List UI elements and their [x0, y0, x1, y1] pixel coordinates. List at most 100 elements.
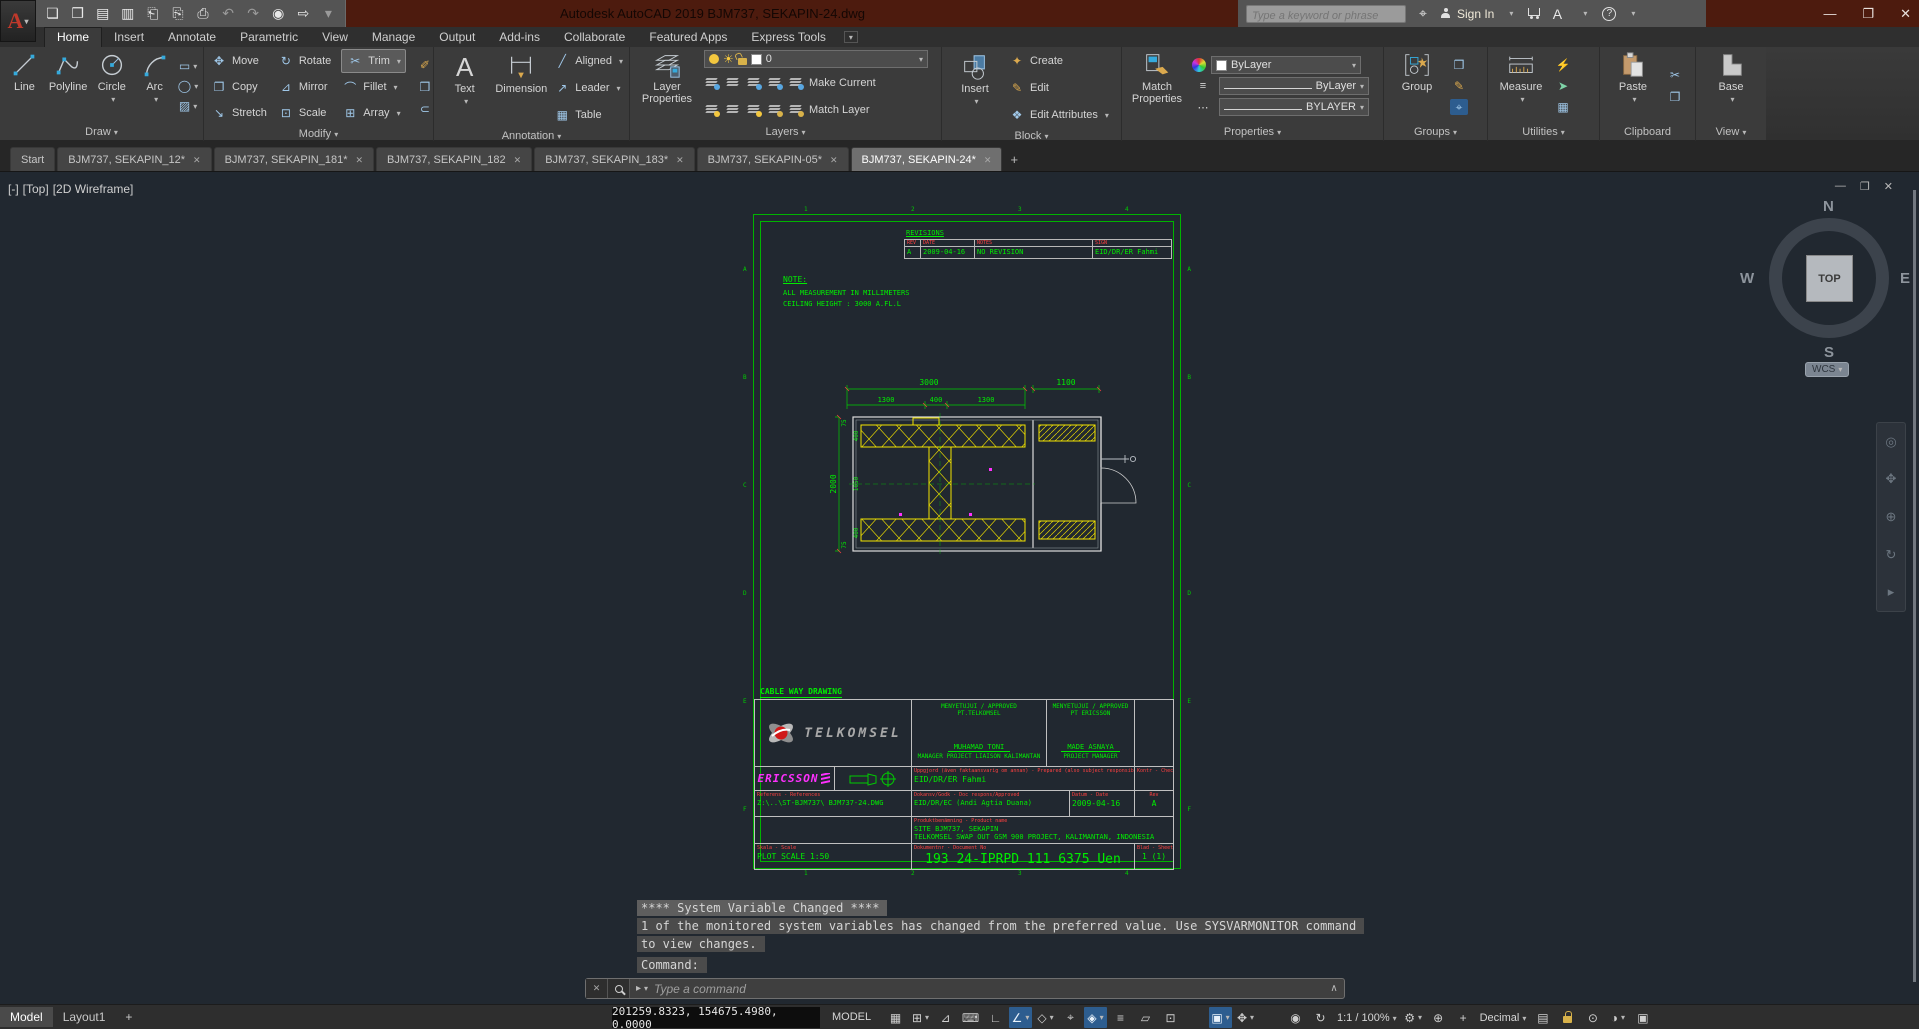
qat-overflow-icon[interactable]: ▾ [318, 3, 339, 25]
layer-off-icon[interactable] [704, 104, 719, 116]
rotate-button[interactable]: ↻Rotate [277, 49, 331, 73]
viewport-minimize-icon[interactable]: — [1835, 180, 1846, 193]
graphics-performance-icon[interactable]: ◑ [1606, 1007, 1629, 1028]
create-block-button[interactable]: ✦Create [1008, 49, 1109, 73]
undo-icon[interactable]: ↶ [218, 3, 239, 25]
command-input[interactable] [654, 982, 1324, 996]
nav-zoom-icon[interactable]: ⊕ [1886, 509, 1897, 525]
grid-icon[interactable]: ▦ [884, 1007, 907, 1028]
units-control[interactable]: Decimal [1477, 1012, 1530, 1024]
make-current-button[interactable]: Make Current [809, 77, 876, 89]
nav-motion-icon[interactable]: ▸ [1888, 584, 1895, 600]
viewport-visual-style-control[interactable]: [2D Wireframe] [53, 182, 134, 196]
layer-dropdown-arrow-icon[interactable] [919, 53, 923, 65]
cut-icon[interactable]: ✂ [1666, 67, 1684, 83]
viewport-menu-control[interactable]: [-] [8, 182, 19, 196]
leader-button[interactable]: ↗Leader [553, 76, 623, 100]
panel-label-clipboard[interactable]: Clipboard [1600, 125, 1695, 141]
lineweight-dropdown[interactable]: ByLayer [1219, 77, 1369, 95]
close-icon[interactable] [984, 154, 992, 166]
copy-clip-icon[interactable]: ❐ [1666, 89, 1684, 105]
crosshair-units-icon[interactable]: + [1452, 1007, 1475, 1028]
layer-freeze-button-icon[interactable] [746, 77, 761, 89]
layer-unlock-icon[interactable] [767, 104, 782, 116]
ribbon-tab-collaborate[interactable]: Collaborate [552, 28, 637, 47]
close-icon[interactable] [830, 154, 838, 166]
save-as-icon[interactable]: ▥ [117, 3, 138, 25]
polyline-button[interactable]: Polyline [49, 50, 88, 122]
selection-filtering-icon[interactable]: ▣ [1209, 1007, 1232, 1028]
close-icon[interactable] [355, 154, 363, 166]
panel-label-draw[interactable]: Draw [0, 125, 203, 141]
layer-isolate-icon[interactable] [704, 77, 719, 89]
ribbon-tab-featured-apps[interactable]: Featured Apps [637, 28, 739, 47]
layer-color-swatch[interactable] [751, 54, 762, 65]
ortho-mode-icon[interactable]: ∟ [984, 1007, 1007, 1028]
select-objects-icon[interactable]: ➤ [1554, 78, 1572, 94]
restore-button[interactable]: ❐ [1862, 6, 1874, 22]
measure-button[interactable]: Measure [1494, 50, 1548, 122]
help-dropdown-icon[interactable] [1622, 3, 1644, 25]
arc-button[interactable]: Arc [136, 50, 173, 122]
copy-button[interactable]: ❐Copy [210, 75, 267, 99]
model-space-indicator[interactable]: MODEL [832, 1005, 871, 1029]
panel-label-properties[interactable]: Properties [1122, 125, 1383, 141]
layer-on-icon[interactable] [709, 54, 719, 64]
circle-button[interactable]: Circle [93, 50, 130, 122]
ribbon-tab-manage[interactable]: Manage [360, 28, 427, 47]
gizmo-icon[interactable]: ✥ [1234, 1007, 1257, 1028]
ribbon-tab-express-tools[interactable]: Express Tools [739, 28, 837, 47]
explode-icon[interactable]: ❒ [416, 79, 434, 95]
annotation-scale-control[interactable]: 1:1 / 100% [1334, 1012, 1400, 1024]
snap-mode-icon[interactable]: ⊞ [909, 1007, 932, 1028]
sign-in-button[interactable]: Sign In [1457, 7, 1494, 21]
help-icon[interactable]: ? [1602, 7, 1616, 21]
layer-thaw-icon[interactable] [725, 104, 740, 116]
model-tab[interactable]: Model [0, 1007, 53, 1027]
ribbon-display-toggle-icon[interactable] [844, 31, 858, 43]
nav-orbit-icon[interactable]: ↻ [1886, 547, 1897, 563]
panel-label-utilities[interactable]: Utilities [1488, 125, 1599, 141]
drawing-canvas[interactable]: [-] [Top] [2D Wireframe] — ❐ ✕ N W E S T… [0, 172, 1919, 1004]
file-tab-sekapin-12[interactable]: BJM737, SEKAPIN_12* [57, 147, 211, 171]
table-button[interactable]: ▦Table [553, 103, 623, 127]
quick-properties-icon[interactable]: ▤ [1531, 1007, 1554, 1028]
new-drawing-tab-button[interactable]: + [1010, 152, 1018, 167]
base-button[interactable]: Base [1704, 50, 1758, 122]
isolate-objects-icon[interactable]: ⊙ [1581, 1007, 1604, 1028]
close-icon[interactable] [514, 154, 522, 166]
annotation-monitor-icon[interactable]: ⊕ [1427, 1007, 1450, 1028]
lock-ui-icon[interactable] [1556, 1007, 1579, 1028]
quick-select-icon[interactable]: ⚡ [1554, 57, 1572, 73]
ribbon-tab-parametric[interactable]: Parametric [228, 28, 310, 47]
paste-button[interactable]: Paste [1606, 50, 1660, 122]
layer-lock-icon[interactable] [738, 58, 747, 65]
command-line[interactable]: ▸ ∧ [585, 978, 1345, 999]
ribbon-tab-insert[interactable]: Insert [102, 28, 156, 47]
open-file-icon[interactable]: ❒ [67, 3, 88, 25]
fillet-button[interactable]: ⌒Fillet [341, 75, 406, 99]
search-input[interactable] [1247, 8, 1405, 24]
file-tab-sekapin-183[interactable]: BJM737, SEKAPIN_183* [534, 147, 694, 171]
file-tab-sekapin-05[interactable]: BJM737, SEKAPIN-05* [697, 147, 849, 171]
make-current-icon[interactable] [788, 77, 803, 89]
group-button[interactable]: Group [1390, 50, 1444, 122]
lineweight-display-icon[interactable]: ≡ [1109, 1007, 1132, 1028]
command-search-icon[interactable] [608, 979, 630, 998]
layout1-tab[interactable]: Layout1 [53, 1007, 116, 1027]
plot-preview-icon[interactable]: ◉ [268, 3, 289, 25]
clean-screen-icon[interactable]: ▣ [1631, 1007, 1654, 1028]
polar-tracking-icon[interactable]: ∠ [1009, 1007, 1032, 1028]
file-tab-sekapin-181[interactable]: BJM737, SEKAPIN_181* [214, 147, 374, 171]
viewcube-south[interactable]: S [1824, 344, 1834, 361]
canvas-scrollbar[interactable] [1913, 190, 1916, 982]
edit-attributes-button[interactable]: ❖Edit Attributes [1008, 103, 1109, 127]
transparency-icon[interactable]: ▱ [1134, 1007, 1157, 1028]
viewcube-west[interactable]: W [1740, 270, 1754, 287]
panel-label-layers[interactable]: Layers [630, 125, 941, 141]
scale-button[interactable]: ⊡Scale [277, 101, 331, 125]
publish-icon[interactable]: ⇨ [293, 3, 314, 25]
file-tab-sekapin-24[interactable]: BJM737, SEKAPIN-24* [851, 147, 1003, 171]
infer-constraints-icon[interactable]: ⊿ [934, 1007, 957, 1028]
autodesk-app-icon[interactable]: A [1546, 3, 1568, 25]
